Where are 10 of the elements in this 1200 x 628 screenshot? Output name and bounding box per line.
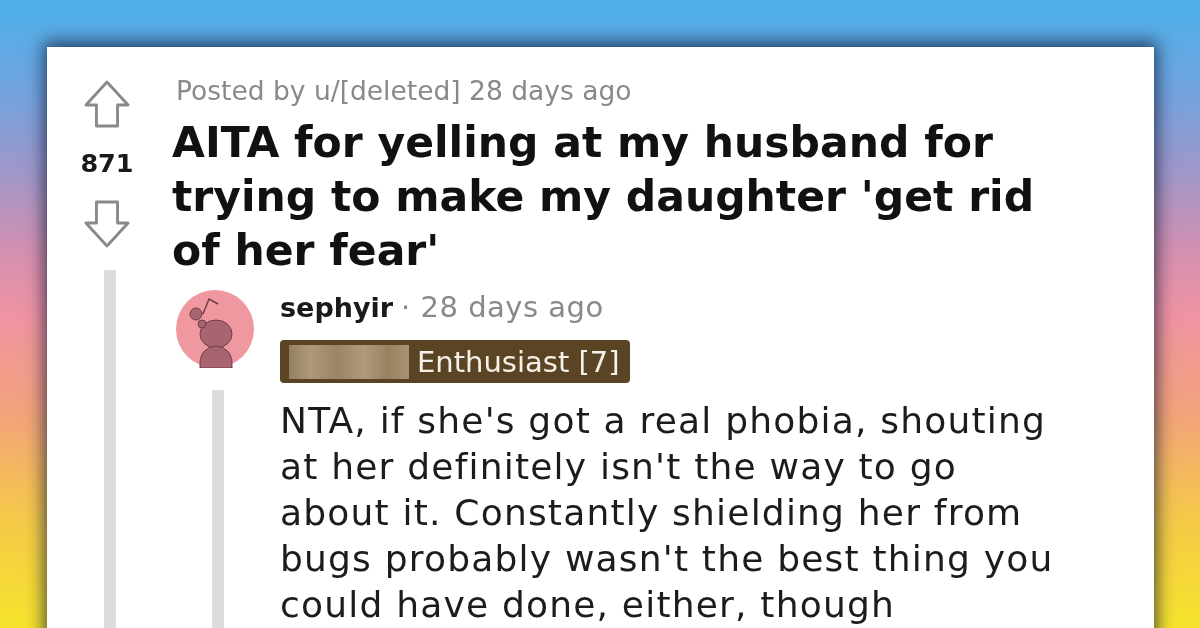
flair-text: Enthusiast [7] — [417, 344, 620, 379]
post-title: AITA for yelling at my husband for trying to make my daughter 'get rid of her fear' — [172, 117, 1036, 277]
comment-text: NTA, if she's got a real phobia, shouting at her definitely isn't the way to go about it. Constantly shielding her from bugs probably wasn't the best thing you could have done, either, though — [280, 399, 1055, 627]
comment-author[interactable]: sephyir — [280, 292, 394, 323]
up-arrow-icon[interactable] — [84, 80, 130, 128]
vote-count: 871 — [80, 150, 134, 176]
post-meta: Posted by u/[deleted] 28 days ago — [175, 75, 632, 107]
down-arrow-icon[interactable] — [84, 200, 130, 248]
comment-time: · 28 days ago — [401, 290, 604, 324]
avatar-icon[interactable] — [176, 290, 254, 368]
